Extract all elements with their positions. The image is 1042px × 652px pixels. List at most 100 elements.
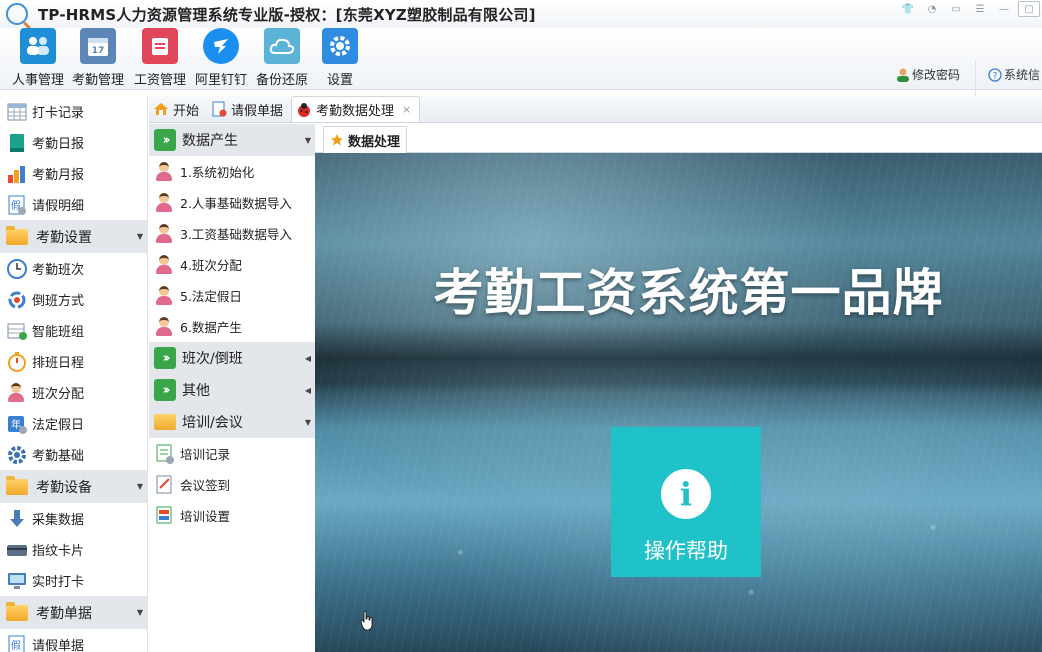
nav-label: 倒班方式 [32, 294, 85, 309]
help-button[interactable]: i 操作帮助 [611, 427, 761, 577]
caret-down-icon: ▼ [304, 417, 311, 427]
person-icon [6, 382, 28, 404]
mid-item-shift-assign[interactable]: 4.班次分配 [149, 249, 315, 280]
subtab-label: 数据处理 [348, 134, 401, 150]
mid-item-hr-import[interactable]: 2.人事基础数据导入 [149, 187, 315, 218]
toolbar-backup-button[interactable]: 备份还原 [252, 28, 312, 90]
nav-monthly-report[interactable]: 考勤月报 [0, 158, 147, 189]
nav-fingerprint-cards[interactable]: 指纹卡片 [0, 534, 147, 565]
hero-dark-band [315, 323, 1042, 393]
tab-start[interactable]: 开始 [149, 96, 207, 122]
nav-label: 班次分配 [32, 387, 85, 402]
home-icon [154, 103, 168, 115]
tab-attendance-processing[interactable]: 考勤数据处理 × [291, 96, 421, 122]
window-controls: 👕 ◔ ▭ ☰ — ▢ [896, 0, 1042, 18]
nav-leave-details[interactable]: 假 请假明细 [0, 189, 147, 220]
book-icon [10, 133, 24, 152]
caret-left-icon: ◀ [304, 385, 311, 395]
skin-icon[interactable]: 👕 [898, 2, 918, 16]
toolbar-label: 工资管理 [133, 73, 186, 88]
folder-icon [6, 225, 28, 245]
mid-group-shifts[interactable]: ›› 班次/倒班 ◀ [149, 342, 315, 374]
nav-shift-rotation[interactable]: 倒班方式 [0, 284, 147, 315]
menu-icon[interactable]: ☰ [970, 2, 990, 16]
star-icon [331, 134, 343, 146]
system-info-label: 系统信 [1004, 68, 1041, 82]
toolbar-settings-button[interactable]: 设置 [310, 28, 370, 90]
dingtalk-icon [203, 28, 239, 64]
nav-group-documents[interactable]: 考勤单据 ▼ [0, 596, 147, 629]
ladybug-icon [298, 102, 311, 117]
table-grid-icon [7, 103, 27, 120]
tab-label: 请假单据 [231, 103, 284, 119]
mid-item-data-generate[interactable]: 6.数据产生 [149, 311, 315, 342]
clock-icon [7, 258, 27, 279]
close-icon[interactable]: × [402, 103, 411, 116]
change-password-link[interactable]: 修改密码 [896, 66, 960, 83]
calendar-icon: 17 [80, 28, 116, 64]
stopwatch-icon [8, 351, 26, 372]
folder-icon [154, 414, 176, 430]
subtab-data-processing[interactable]: 数据处理 [323, 126, 408, 153]
people-icon [20, 28, 56, 64]
toolbar-attendance-button[interactable]: 17 考勤管理 [68, 28, 128, 90]
double-chevron-icon: ›› [154, 379, 176, 401]
maximize-icon[interactable]: ▢ [1018, 1, 1040, 17]
mid-item-label: 3.工资基础数据导入 [180, 227, 292, 242]
nav-group-attendance-settings[interactable]: 考勤设置 ▼ [0, 220, 147, 253]
nav-attendance-base[interactable]: 考勤基础 [0, 439, 147, 470]
rain-background [315, 153, 1042, 652]
title-bar: TP-HRMS人力资源管理系统专业版-授权：[东莞XYZ塑胶制品有限公司] 👕 … [0, 0, 1042, 28]
mid-item-meeting-signin[interactable]: 会议签到 [149, 469, 315, 500]
toolbar-dingtalk-button[interactable]: 阿里钉钉 [191, 28, 251, 90]
mid-item-holidays[interactable]: 5.法定假日 [149, 280, 315, 311]
mid-item-training-settings[interactable]: 培训设置 [149, 500, 315, 531]
mid-item-training-records[interactable]: 培训记录 [149, 438, 315, 469]
left-nav: 打卡记录 考勤日报 考勤月报 假 请假明细 考勤设置 ▼ 考勤班次 倒班方式 智… [0, 96, 148, 652]
mid-group-other[interactable]: ›› 其他 ◀ [149, 374, 315, 406]
minimize-icon[interactable]: — [994, 2, 1014, 16]
user-icon[interactable]: ◔ [922, 2, 942, 16]
nav-collect-data[interactable]: 采集数据 [0, 503, 147, 534]
mid-group-training[interactable]: 培训/会议 ▼ [149, 406, 315, 438]
toolbar-label: 考勤管理 [71, 73, 124, 88]
nav-clock-records[interactable]: 打卡记录 [0, 96, 147, 127]
nav-daily-report[interactable]: 考勤日报 [0, 127, 147, 158]
caret-down-icon: ▼ [136, 608, 143, 617]
nav-group-devices[interactable]: 考勤设备 ▼ [0, 470, 147, 503]
person-icon [154, 223, 176, 245]
nav-smart-groups[interactable]: 智能班组 [0, 315, 147, 346]
person-icon [154, 316, 176, 338]
toolbar-label: 备份还原 [255, 73, 308, 88]
nav-holidays[interactable]: 年 法定假日 [0, 408, 147, 439]
nav-schedule[interactable]: 排班日程 [0, 346, 147, 377]
mid-item-label: 4.班次分配 [180, 258, 242, 273]
person-icon [154, 254, 176, 276]
toolbar-salary-button[interactable]: 工资管理 [130, 28, 190, 90]
nav-group-label: 考勤设置 [36, 229, 92, 246]
tab-label: 开始 [173, 103, 200, 119]
system-info-link[interactable]: ? 系统信 [988, 66, 1040, 83]
nav-label: 请假明细 [32, 199, 85, 214]
nav-shift-assign[interactable]: 班次分配 [0, 377, 147, 408]
nav-shifts[interactable]: 考勤班次 [0, 253, 147, 284]
nav-group-label: 考勤单据 [36, 605, 92, 622]
nav-leave-forms[interactable]: 假 请假单据 [0, 629, 147, 652]
gear-icon [322, 28, 358, 64]
leave-doc-icon: 假 [8, 635, 25, 652]
toolbar-label: 设置 [326, 73, 353, 88]
mid-item-system-init[interactable]: 1.系统初始化 [149, 156, 315, 187]
mid-item-salary-import[interactable]: 3.工资基础数据导入 [149, 218, 315, 249]
tab-label: 考勤数据处理 [316, 104, 395, 119]
monitor-icon [8, 572, 26, 589]
mid-group-label: 数据产生 [182, 133, 238, 149]
toolbar-hr-button[interactable]: 人事管理 [8, 28, 68, 90]
nav-label: 打卡记录 [32, 106, 85, 121]
mid-item-label: 会议签到 [180, 478, 231, 493]
double-chevron-icon: ›› [154, 129, 176, 151]
nav-realtime-clock[interactable]: 实时打卡 [0, 565, 147, 596]
mid-group-data-generation[interactable]: ›› 数据产生 ▼ [149, 124, 315, 156]
message-icon[interactable]: ▭ [946, 2, 966, 16]
nav-label: 考勤班次 [32, 263, 85, 278]
tab-leave-forms[interactable]: 请假单据 [207, 96, 291, 122]
